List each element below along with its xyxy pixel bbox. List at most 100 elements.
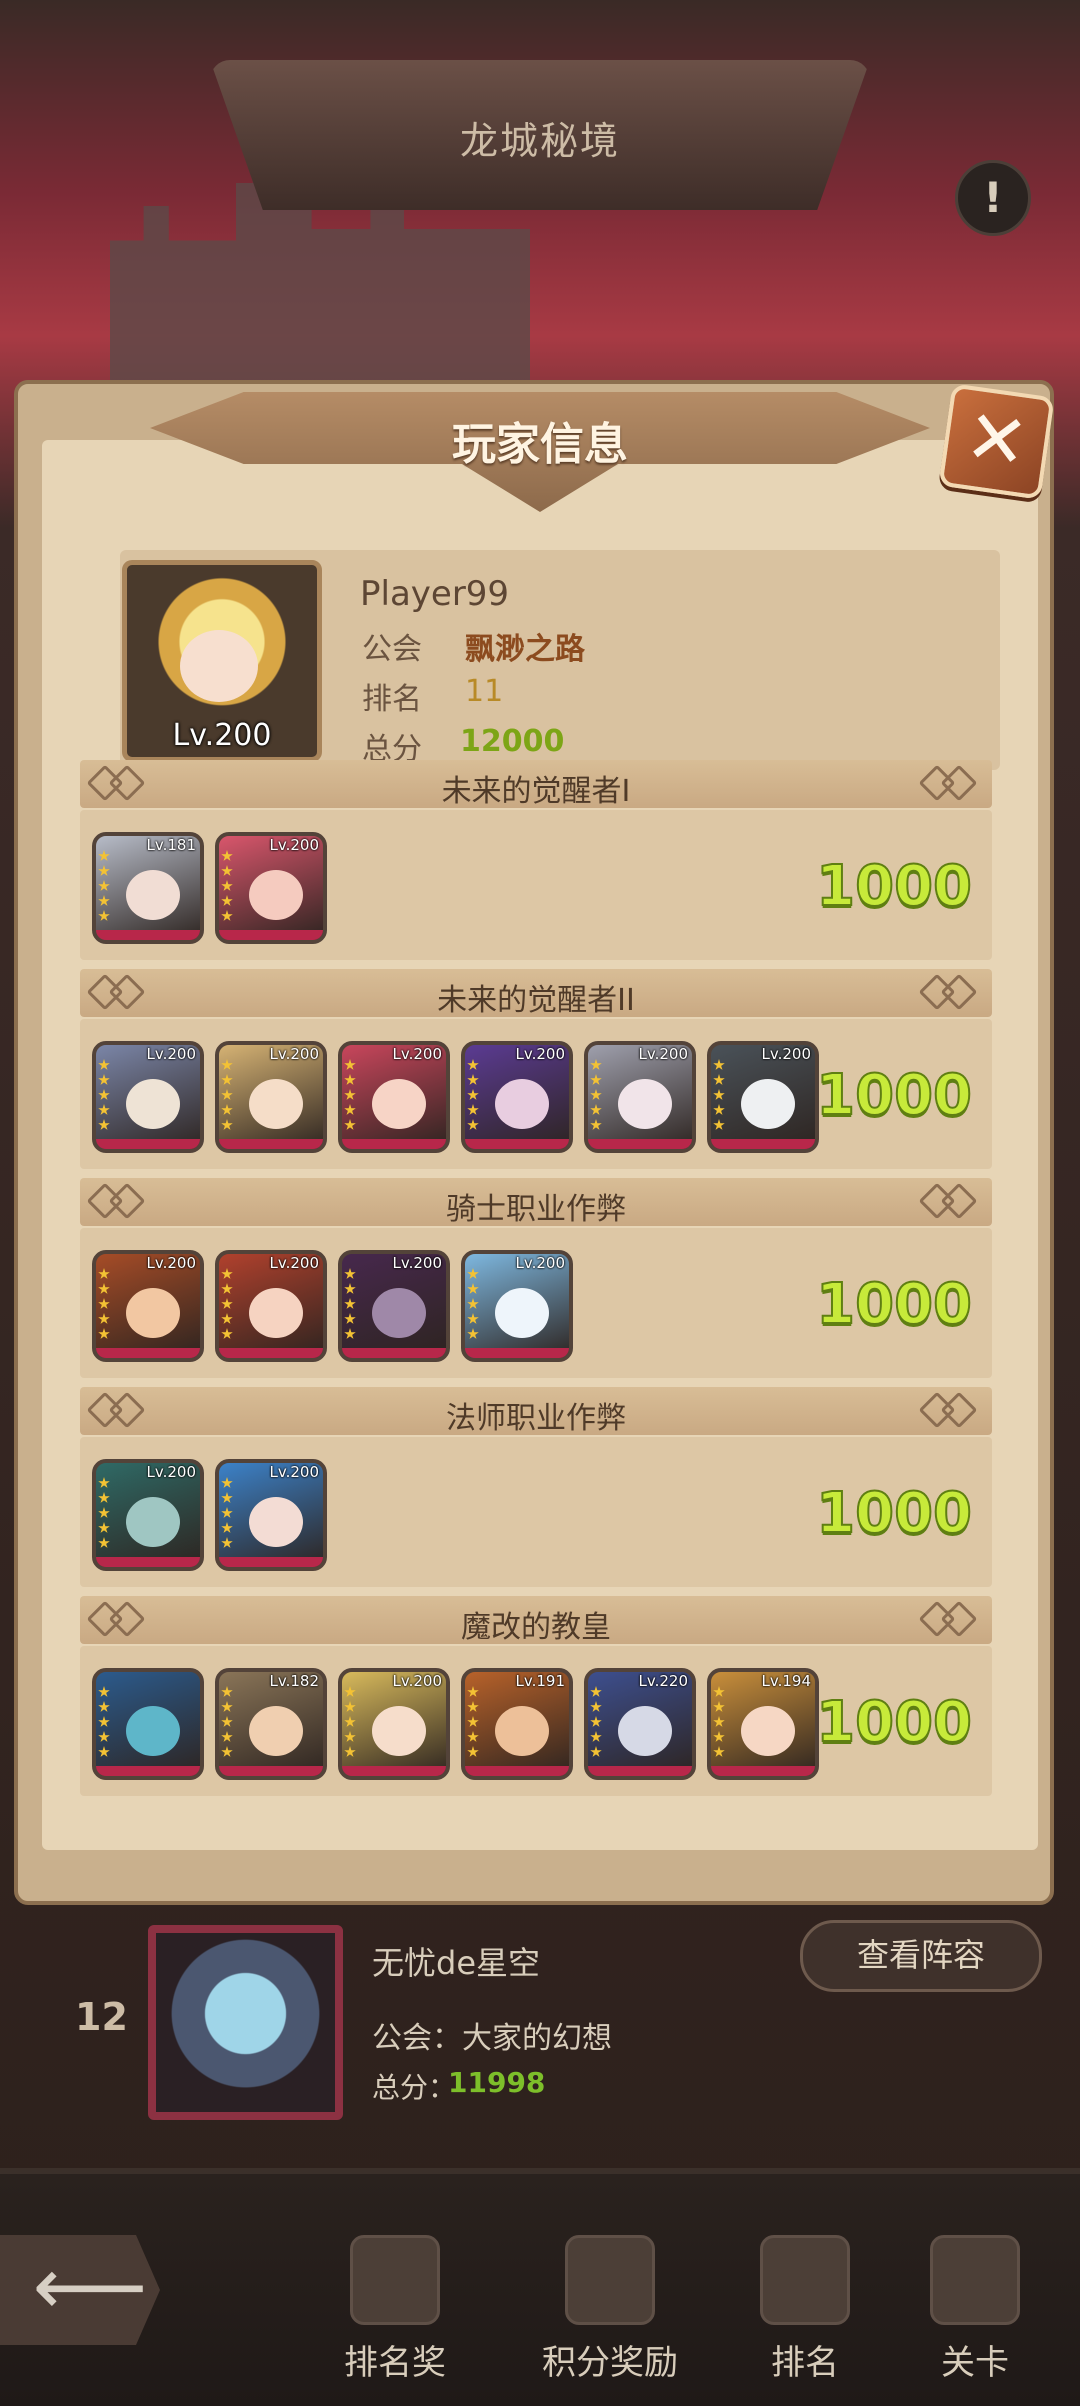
dialog-title: 玩家信息	[452, 419, 628, 470]
hero-portrait	[249, 870, 303, 920]
star-icon	[344, 1074, 356, 1085]
nav-stage[interactable]: 关卡	[900, 2235, 1050, 2385]
star-icon	[467, 1746, 479, 1757]
star-icon	[98, 1283, 110, 1294]
hero-portrait	[126, 1079, 180, 1129]
hero-card[interactable]: Lv.200	[215, 1250, 327, 1362]
hero-card[interactable]: Lv.200	[92, 1459, 204, 1571]
team-header: 法师职业作弊	[80, 1387, 992, 1436]
star-rating	[344, 1268, 358, 1343]
hero-portrait	[495, 1288, 549, 1338]
star-icon	[221, 1313, 233, 1324]
star-icon	[590, 1104, 602, 1115]
hero-card[interactable]: Lv.200	[215, 832, 327, 944]
star-icon	[590, 1686, 602, 1697]
hero-level: Lv.200	[146, 1463, 196, 1481]
star-icon	[713, 1731, 725, 1742]
star-icon	[98, 1537, 110, 1548]
star-icon	[344, 1104, 356, 1115]
star-icon	[221, 1492, 233, 1503]
star-icon	[98, 1746, 110, 1757]
star-icon	[344, 1731, 356, 1742]
hero-level: Lv.182	[269, 1672, 319, 1690]
hero-portrait	[372, 1079, 426, 1129]
hero-card[interactable]: Lv.194	[707, 1668, 819, 1780]
star-icon	[221, 865, 233, 876]
star-rating	[344, 1686, 358, 1761]
star-icon	[467, 1328, 479, 1339]
team-row: Lv.200 Lv.200 1000	[80, 1437, 992, 1587]
hero-portrait	[126, 1288, 180, 1338]
view-lineup-button[interactable]: 查看阵容	[800, 1920, 1042, 1992]
entry-avatar[interactable]	[148, 1925, 343, 2120]
star-icon	[98, 1119, 110, 1130]
star-icon	[344, 1268, 356, 1279]
hero-bar	[96, 1557, 200, 1567]
nav-points-reward[interactable]: 积分奖励	[535, 2235, 685, 2385]
hero-card[interactable]	[92, 1668, 204, 1780]
ornament-icon	[918, 1391, 978, 1429]
hero-card[interactable]: Lv.200	[215, 1459, 327, 1571]
entry-score: 11998	[448, 2066, 546, 2099]
star-icon	[713, 1059, 725, 1070]
info-icon[interactable]: !	[955, 160, 1031, 236]
nav-ranking[interactable]: 排名	[730, 2235, 880, 2385]
star-icon	[98, 1477, 110, 1488]
hero-portrait	[249, 1288, 303, 1338]
star-icon	[98, 1074, 110, 1085]
star-icon	[713, 1119, 725, 1130]
hero-card[interactable]: Lv.200	[461, 1250, 573, 1362]
hero-card[interactable]: Lv.200	[707, 1041, 819, 1153]
hero-bar	[465, 1139, 569, 1149]
star-icon	[467, 1268, 479, 1279]
star-icon	[221, 880, 233, 891]
entry-score-label: 总分：	[372, 2071, 457, 2104]
team-name: 骑士职业作弊	[446, 1192, 626, 1227]
team-row: Lv.200 Lv.200 Lv.200 Lv.200 1000	[80, 1228, 992, 1378]
star-icon	[221, 1477, 233, 1488]
hero-level: Lv.181	[146, 836, 196, 854]
star-icon	[98, 1298, 110, 1309]
rank-label: 排名	[362, 682, 422, 717]
hero-card[interactable]: Lv.191	[461, 1668, 573, 1780]
star-icon	[221, 1119, 233, 1130]
ornament-icon	[918, 1600, 978, 1638]
hero-card[interactable]: Lv.200	[338, 1668, 450, 1780]
hero-card[interactable]: Lv.182	[215, 1668, 327, 1780]
star-icon	[98, 1716, 110, 1727]
star-rating	[98, 1059, 112, 1134]
hero-level: Lv.200	[515, 1045, 565, 1063]
star-icon	[344, 1059, 356, 1070]
close-button[interactable]: ✕	[938, 383, 1055, 500]
star-icon	[344, 1119, 356, 1130]
hero-bar	[219, 1766, 323, 1776]
ornament-icon	[918, 973, 978, 1011]
star-rating	[713, 1686, 727, 1761]
stage-icon	[930, 2235, 1020, 2325]
hero-level: Lv.220	[638, 1672, 688, 1690]
hero-portrait	[495, 1706, 549, 1756]
hero-bar	[588, 1139, 692, 1149]
hero-card[interactable]: Lv.200	[338, 1041, 450, 1153]
nav-rank-reward[interactable]: 排名奖	[320, 2235, 470, 2385]
hero-card[interactable]: Lv.200	[584, 1041, 696, 1153]
hero-card[interactable]: Lv.220	[584, 1668, 696, 1780]
hero-card[interactable]: Lv.200	[338, 1250, 450, 1362]
hero-card[interactable]: Lv.200	[461, 1041, 573, 1153]
hero-card[interactable]: Lv.200	[92, 1250, 204, 1362]
star-icon	[221, 1716, 233, 1727]
hero-level: Lv.200	[392, 1254, 442, 1272]
star-icon	[713, 1686, 725, 1697]
hero-level: Lv.191	[515, 1672, 565, 1690]
team-score: 1000	[815, 1271, 973, 1338]
hero-bar	[219, 1348, 323, 1358]
star-icon	[98, 1507, 110, 1518]
team-score: 1000	[815, 1480, 973, 1547]
ornament-icon	[918, 1182, 978, 1220]
team-name: 法师职业作弊	[446, 1401, 626, 1436]
hero-card[interactable]: Lv.200	[215, 1041, 327, 1153]
hero-bar	[96, 1348, 200, 1358]
hero-card[interactable]: Lv.200	[92, 1041, 204, 1153]
hero-card[interactable]: Lv.181	[92, 832, 204, 944]
hero-level: Lv.200	[146, 1254, 196, 1272]
